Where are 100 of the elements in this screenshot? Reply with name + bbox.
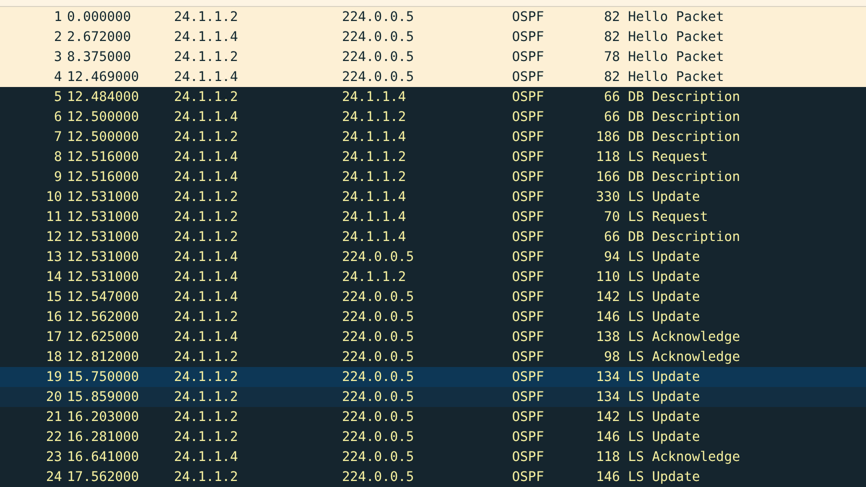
table-cell-text: 17.562000: [66, 470, 140, 484]
table-cell-text: 186: [594, 130, 620, 144]
table-cell-text: 24.1.1.4: [174, 290, 240, 304]
table-cell-text: LS Update: [627, 270, 702, 284]
packet-row[interactable]: 20 15.859000 24.1.1.2 224.0.0.5 OSPF 134 LS Update: [0, 387, 866, 407]
table-cell-text: LS Update: [627, 310, 702, 324]
table-cell-text: OSPF: [511, 130, 546, 144]
table-cell-text: OSPF: [511, 270, 546, 284]
table-cell-text: 6: [52, 110, 62, 124]
table-cell-text: OSPF: [511, 430, 546, 444]
table-cell-text: 7: [52, 130, 62, 144]
table-cell-text: 146: [594, 310, 620, 324]
table-cell-text: 4: [52, 70, 62, 84]
table-cell-text: 224.0.0.5: [342, 350, 416, 364]
table-cell-text: 82: [602, 10, 620, 24]
table-cell-text: 66: [602, 90, 620, 104]
table-cell-text: 118: [594, 150, 620, 164]
table-cell-text: 15.750000: [66, 370, 140, 384]
table-cell-text: 12.531000: [66, 210, 140, 224]
table-cell-text: 24.1.1.2: [174, 10, 240, 24]
table-cell-text: OSPF: [511, 290, 546, 304]
table-cell-text: LS Update: [627, 250, 702, 264]
table-cell-text: OSPF: [511, 370, 546, 384]
table-cell-text: Hello Packet: [627, 70, 726, 84]
table-cell-text: 224.0.0.5: [342, 430, 416, 444]
table-cell-text: 224.0.0.5: [342, 330, 416, 344]
table-cell-text: Hello Packet: [627, 50, 726, 64]
table-cell-text: 224.0.0.5: [342, 50, 416, 64]
table-cell-text: LS Acknowledge: [627, 350, 742, 364]
table-cell-text: 21: [44, 410, 62, 424]
table-cell-text: 82: [602, 70, 620, 84]
packet-row[interactable]: 19 15.750000 24.1.1.2 224.0.0.5 OSPF 134 LS Update: [0, 367, 866, 387]
packet-row[interactable]: 1 0.000000 24.1.1.2 224.0.0.5 OSPF 82 Hello Packet: [0, 7, 866, 27]
table-cell-text: 24.1.1.4: [174, 70, 240, 84]
table-cell-text: 224.0.0.5: [342, 290, 416, 304]
table-cell-text: 8: [52, 150, 62, 164]
table-cell-text: 0.000000: [66, 10, 132, 24]
table-cell-text: 98: [602, 350, 620, 364]
table-cell-text: 12.500000: [66, 130, 140, 144]
table-cell-text: 70: [602, 210, 620, 224]
table-cell-text: OSPF: [511, 470, 546, 484]
table-cell-text: 24.1.1.4: [174, 30, 240, 44]
table-cell-text: LS Update: [627, 390, 702, 404]
table-cell-text: 24.1.1.2: [174, 350, 240, 364]
table-cell-text: 24.1.1.2: [342, 270, 408, 284]
table-cell-text: 2.672000: [66, 30, 132, 44]
table-cell-text: 15: [44, 290, 62, 304]
table-cell-text: 24.1.1.4: [342, 130, 408, 144]
table-cell-text: 224.0.0.5: [342, 370, 416, 384]
table-cell-text: 110: [594, 270, 620, 284]
packet-row[interactable]: 2 2.672000 24.1.1.4 224.0.0.5 OSPF 82 Hello Packet: [0, 27, 866, 47]
table-cell-text: 146: [594, 470, 620, 484]
table-cell-text: 3: [52, 50, 62, 64]
table-cell-text: 12.531000: [66, 190, 140, 204]
table-cell-text: 24.1.1.4: [174, 110, 240, 124]
table-cell-text: DB Description: [627, 230, 742, 244]
table-cell-text: 330: [594, 190, 620, 204]
table-cell-text: LS Update: [627, 190, 702, 204]
table-cell-text: 24.1.1.4: [342, 210, 408, 224]
table-cell-text: 24.1.1.2: [342, 110, 408, 124]
table-cell-text: 24.1.1.2: [174, 410, 240, 424]
table-cell-text: DB Description: [627, 110, 742, 124]
table-cell-text: 142: [594, 290, 620, 304]
table-cell-text: OSPF: [511, 350, 546, 364]
table-cell-text: 24.1.1.4: [174, 170, 240, 184]
table-cell-text: Hello Packet: [627, 30, 726, 44]
table-cell-text: 24: [44, 470, 62, 484]
table-cell-text: DB Description: [627, 90, 742, 104]
table-cell-text: LS Update: [627, 470, 702, 484]
table-cell-text: 24.1.1.2: [174, 370, 240, 384]
table-cell-text: 224.0.0.5: [342, 310, 416, 324]
table-cell-text: 24.1.1.4: [174, 150, 240, 164]
table-cell-text: 224.0.0.5: [342, 410, 416, 424]
table-cell-text: 12.516000: [66, 170, 140, 184]
table-cell-text: 146: [594, 430, 620, 444]
table-cell-text: 24.1.1.4: [174, 250, 240, 264]
table-cell-text: OSPF: [511, 10, 546, 24]
table-cell-text: 24.1.1.2: [342, 150, 408, 164]
table-cell-text: 224.0.0.5: [342, 70, 416, 84]
table-cell-text: 24.1.1.4: [342, 190, 408, 204]
table-cell-text: OSPF: [511, 450, 546, 464]
table-cell-text: 24.1.1.4: [342, 230, 408, 244]
table-cell-text: 82: [602, 30, 620, 44]
packet-row[interactable]: 4 12.469000 24.1.1.4 224.0.0.5 OSPF 82 Hello Packet: [0, 67, 866, 87]
table-cell-text: DB Description: [627, 170, 742, 184]
table-cell-text: OSPF: [511, 110, 546, 124]
packet-row[interactable]: 3 8.375000 24.1.1.2 224.0.0.5 OSPF 78 Hello Packet: [0, 47, 866, 67]
table-cell-text: 15.859000: [66, 390, 140, 404]
table-cell-text: OSPF: [511, 410, 546, 424]
table-cell-text: 138: [594, 330, 620, 344]
table-cell-text: Hello Packet: [627, 10, 726, 24]
table-cell-text: 24.1.1.2: [174, 190, 240, 204]
table-cell-text: DB Description: [627, 130, 742, 144]
table-cell-text: 24.1.1.4: [174, 270, 240, 284]
table-cell-text: 12.516000: [66, 150, 140, 164]
table-cell-text: 224.0.0.5: [342, 30, 416, 44]
table-cell-text: OSPF: [511, 30, 546, 44]
table-cell-text: OSPF: [511, 310, 546, 324]
table-cell-text: 12.625000: [66, 330, 140, 344]
table-cell-text: 224.0.0.5: [342, 470, 416, 484]
